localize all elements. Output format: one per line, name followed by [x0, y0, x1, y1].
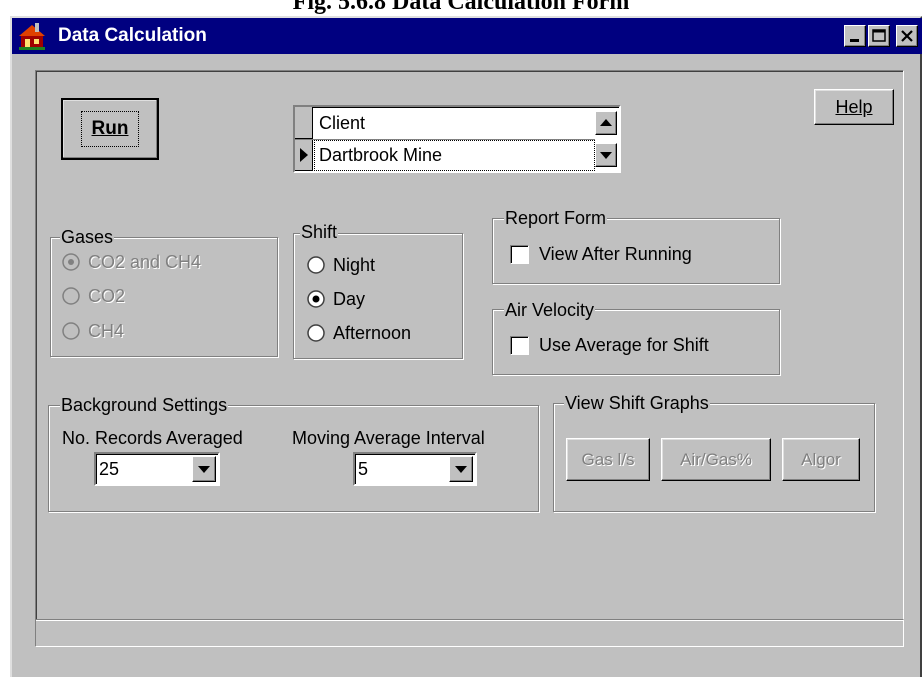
- gases-option-label: CH4: [88, 321, 125, 341]
- mine-building-icon[interactable]: [17, 21, 47, 51]
- radio-unchecked-icon: [307, 256, 325, 274]
- algor-graph-button-label: Algor: [801, 449, 841, 469]
- shift-option-label: Night: [333, 255, 376, 275]
- shift-option-label: Day: [333, 289, 366, 309]
- gases-option-co2-ch4: CO2 and CH4: [62, 251, 201, 273]
- background-settings-group-label: Background Settings: [60, 395, 229, 415]
- window-title: Data Calculation: [58, 25, 207, 46]
- grid-column-header[interactable]: Client: [319, 107, 365, 139]
- run-button-text: Run: [91, 118, 129, 139]
- maximize-icon: [872, 29, 886, 42]
- view-after-running-label: View After Running: [539, 244, 692, 264]
- moving-average-interval-label: Moving Average Interval: [292, 428, 485, 448]
- client-value: Dartbrook Mine: [319, 145, 443, 165]
- arrow-up-icon: [600, 119, 612, 126]
- air-gas-percent-graph-button[interactable]: Air/Gas%: [661, 438, 771, 481]
- gases-option-label: CO2: [88, 286, 126, 306]
- air-velocity-group-label: Air Velocity: [504, 300, 596, 320]
- grid-scroll-down-button[interactable]: [595, 143, 617, 167]
- run-button[interactable]: Run: [61, 98, 159, 160]
- current-row-indicator: [295, 140, 313, 171]
- shift-option-label: Afternoon: [333, 323, 412, 343]
- checkbox-unchecked-icon: [510, 335, 529, 355]
- moving-average-interval-value: 5: [358, 459, 369, 479]
- minimize-button[interactable]: [844, 25, 866, 47]
- close-icon: [901, 30, 913, 42]
- row-pointer-icon: [299, 148, 308, 162]
- radio-checked-icon: [62, 253, 80, 271]
- gases-option-label: CO2 and CH4: [88, 252, 202, 272]
- help-button-label: Help: [835, 96, 873, 117]
- client-grid[interactable]: Client Dartbrook Mine: [293, 105, 621, 173]
- arrow-down-icon: [600, 152, 612, 159]
- report-form-group-label: Report Form: [504, 208, 608, 228]
- close-button[interactable]: [896, 25, 918, 47]
- use-average-for-shift-checkbox[interactable]: Use Average for Shift: [510, 334, 709, 356]
- air-gas-percent-graph-button-label: Air/Gas%: [680, 449, 752, 469]
- grid-scroll-up-button[interactable]: [595, 111, 617, 135]
- shift-option-afternoon[interactable]: Afternoon: [307, 322, 411, 344]
- view-after-running-checkbox[interactable]: View After Running: [510, 243, 692, 265]
- gas-ls-graph-button-label: Gas l/s: [581, 449, 635, 469]
- radio-checked-icon: [307, 290, 325, 308]
- gases-option-co2: CO2: [62, 285, 125, 307]
- shift-option-night[interactable]: Night: [307, 254, 375, 276]
- gas-ls-graph-button[interactable]: Gas l/s: [566, 438, 650, 481]
- radio-unchecked-icon: [307, 324, 325, 342]
- records-averaged-label: No. Records Averaged: [62, 428, 243, 448]
- gases-group-label: Gases: [60, 227, 115, 247]
- moving-average-interval-combo[interactable]: 5: [353, 452, 477, 486]
- gases-option-ch4: CH4: [62, 320, 124, 342]
- records-averaged-value: 25: [99, 459, 120, 479]
- view-shift-graphs-group-label: View Shift Graphs: [564, 393, 710, 413]
- run-button-label: Run: [80, 111, 140, 147]
- grid-selected-cell[interactable]: Dartbrook Mine: [314, 140, 595, 171]
- minimize-icon: [850, 39, 859, 42]
- moving-average-interval-dropdown-button[interactable]: [449, 456, 473, 482]
- radio-unchecked-icon: [62, 287, 80, 305]
- help-button[interactable]: Help: [814, 89, 894, 125]
- checkbox-unchecked-icon: [510, 244, 529, 264]
- shift-option-day[interactable]: Day: [307, 288, 365, 310]
- shift-group-label: Shift: [300, 222, 339, 242]
- chevron-down-icon: [198, 466, 210, 473]
- chevron-down-icon: [455, 466, 467, 473]
- figure-caption: Fig. 5.6.8 Data Calculation Form: [292, 0, 630, 15]
- use-average-for-shift-label: Use Average for Shift: [539, 335, 709, 355]
- records-averaged-dropdown-button[interactable]: [192, 456, 216, 482]
- algor-graph-button[interactable]: Algor: [782, 438, 860, 481]
- status-bar: [35, 619, 904, 647]
- radio-unchecked-icon: [62, 322, 80, 340]
- grid-corner-cell: [295, 107, 313, 139]
- maximize-button[interactable]: [868, 25, 890, 47]
- records-averaged-combo[interactable]: 25: [94, 452, 220, 486]
